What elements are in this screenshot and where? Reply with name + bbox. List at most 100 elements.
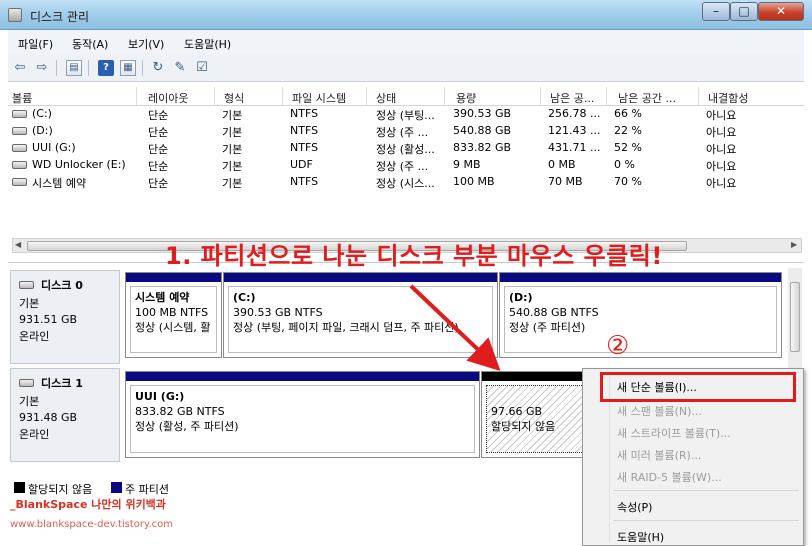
cell-capacity: 540.88 GB (453, 124, 512, 137)
partition-d[interactable]: (D:) 540.88 GB NTFS 정상 (주 파티션) (499, 272, 782, 358)
annotation-step1: 1. 파티션으로 나눈 디스크 부분 마우스 우클릭! (165, 242, 663, 270)
volume-list-header: 볼륨 레이아웃 형식 파일 시스템 상태 용량 남은 공... 남은 공간 ..… (8, 87, 804, 106)
cell-layout: 단순 (148, 126, 169, 139)
disk-status: 온라인 (19, 428, 50, 441)
toolbar-divider (88, 60, 89, 76)
drive-icon (12, 161, 27, 169)
legend-primary: 주 파티션 (125, 483, 169, 496)
cell-free-space: 0 MB (548, 158, 576, 171)
column-volume[interactable]: 볼륨 (12, 90, 32, 106)
column-type[interactable]: 형식 (224, 90, 244, 106)
cell-free-percent: 66 % (614, 107, 642, 120)
menu-help[interactable]: 도움말(H) (184, 36, 231, 52)
annotation-step2: ② (606, 331, 630, 361)
menu-action[interactable]: 동작(A) (72, 36, 108, 52)
disk-1-info[interactable]: 디스크 1 기본 931.48 GB 온라인 (10, 368, 120, 462)
table-row[interactable]: WD Unlocker (E:) 단순 기본 UDF 정상 (주 ... 9 M… (8, 157, 804, 174)
drive-icon (12, 178, 27, 186)
partition-status: 정상 (주 파티션) (509, 321, 586, 334)
menu-separator (613, 520, 799, 521)
table-row[interactable]: (C:) 단순 기본 NTFS 정상 (부팅... 390.53 GB 256.… (8, 106, 804, 123)
partition-name: (D:) (509, 291, 533, 304)
scroll-left-icon[interactable]: ◀ (15, 240, 21, 249)
cell-status: 정상 (활성... (376, 143, 435, 156)
disk-icon (19, 281, 34, 289)
settings-icon[interactable]: ✎ (172, 60, 188, 76)
partition-name: 시스템 예약 (135, 291, 190, 304)
list-view-icon[interactable]: ▤ (66, 60, 82, 76)
menu-bar: 파일(F) 동작(A) 보기(V) 도움말(H) (8, 30, 804, 54)
disk-check-icon[interactable]: ☑ (194, 60, 210, 76)
cell-free-space: 256.78 ... (548, 107, 601, 120)
partition-size: 97.66 GB (491, 405, 543, 418)
cell-type: 기본 (222, 177, 243, 190)
refresh-icon[interactable]: ↻ (150, 60, 166, 76)
scrollbar-thumb[interactable] (790, 282, 800, 352)
close-button[interactable]: ✕ (758, 2, 804, 21)
disk-name: 디스크 0 (41, 279, 83, 292)
partition-name: UUI (G:) (135, 390, 185, 403)
partition-status: 정상 (시스템, 활 (135, 321, 211, 334)
disk-type: 기본 (19, 395, 40, 408)
cell-free-percent: 52 % (614, 141, 642, 154)
cell-capacity: 9 MB (453, 158, 481, 171)
menu-item-new-striped-volume[interactable]: 새 스트라이프 볼륨(T)... (617, 425, 731, 441)
toolbar: ⇦ ⇨ ▤ ? ▦ ↻ ✎ ☑ (8, 54, 804, 82)
partition-status: 할당되지 않음 (491, 420, 556, 433)
properties-icon[interactable]: ▦ (120, 60, 136, 76)
table-row[interactable]: 시스템 예약 단순 기본 NTFS 정상 (시스... 100 MB 70 MB… (8, 174, 804, 191)
minimize-button[interactable]: – (702, 2, 730, 21)
cell-file-system: NTFS (290, 107, 319, 120)
cell-status: 정상 (주 ... (376, 126, 429, 139)
menu-file[interactable]: 파일(F) (18, 36, 53, 52)
column-capacity[interactable]: 용량 (456, 90, 476, 106)
cell-layout: 단순 (148, 109, 169, 122)
window-title: 디스크 관리 (30, 10, 90, 24)
table-row[interactable]: (D:) 단순 기본 NTFS 정상 (주 ... 540.88 GB 121.… (8, 123, 804, 140)
menu-view[interactable]: 보기(V) (128, 36, 164, 52)
disk-0-info[interactable]: 디스크 0 기본 931.51 GB 온라인 (10, 270, 120, 364)
drive-icon (12, 110, 27, 118)
column-free-percent[interactable]: 남은 공간 ... (618, 90, 676, 106)
partition-size: 100 MB NTFS (135, 306, 209, 319)
maximize-button[interactable]: □ (730, 2, 758, 21)
column-layout[interactable]: 레이아웃 (148, 90, 188, 106)
column-file-system[interactable]: 파일 시스템 (292, 90, 346, 106)
cell-fault-tolerance: 아니요 (706, 143, 737, 156)
cell-volume: WD Unlocker (E:) (32, 158, 126, 171)
back-arrow-icon[interactable]: ⇦ (12, 60, 28, 76)
cell-volume: 시스템 예약 (32, 177, 87, 190)
help-icon[interactable]: ? (98, 60, 114, 76)
cell-file-system: NTFS (290, 141, 319, 154)
unallocated-swatch (14, 482, 25, 493)
disk-size: 931.48 GB (19, 411, 78, 424)
primary-swatch (111, 482, 122, 493)
column-free-space[interactable]: 남은 공... (550, 90, 594, 106)
cell-type: 기본 (222, 126, 243, 139)
forward-arrow-icon[interactable]: ⇨ (34, 60, 50, 76)
cell-volume: (D:) (32, 124, 53, 137)
partition-unallocated[interactable]: 97.66 GB 할당되지 않음 (481, 371, 591, 458)
cell-free-percent: 0 % (614, 158, 635, 171)
cell-type: 기본 (222, 143, 243, 156)
cell-status: 정상 (시스... (376, 177, 435, 190)
title-bar: 디스크 관리 – □ ✕ (0, 0, 812, 30)
menu-item-help[interactable]: 도움말(H) (617, 529, 664, 545)
menu-item-new-spanned-volume[interactable]: 새 스팬 볼륨(N)... (617, 403, 702, 419)
cell-capacity: 390.53 GB (453, 107, 512, 120)
annotation-highlight-box (600, 372, 796, 402)
cell-fault-tolerance: 아니요 (706, 126, 737, 139)
menu-item-properties[interactable]: 속성(P) (617, 499, 652, 515)
disk-type: 기본 (19, 297, 40, 310)
unallocated-bar (482, 372, 590, 381)
partition-g[interactable]: UUI (G:) 833.82 GB NTFS 정상 (활성, 주 파티션) (125, 371, 480, 458)
cell-file-system: NTFS (290, 175, 319, 188)
disk-name: 디스크 1 (41, 377, 83, 390)
table-row[interactable]: UUI (G:) 단순 기본 NTFS 정상 (활성... 833.82 GB … (8, 140, 804, 157)
partition-system-reserved[interactable]: 시스템 예약 100 MB NTFS 정상 (시스템, 활 (125, 272, 222, 358)
column-status[interactable]: 상태 (376, 90, 396, 106)
scroll-right-icon[interactable]: ▶ (791, 240, 797, 249)
menu-item-new-mirrored-volume[interactable]: 새 미러 볼륨(R)... (617, 447, 701, 463)
column-fault-tolerance[interactable]: 내결함성 (708, 90, 748, 106)
menu-item-new-raid5-volume[interactable]: 새 RAID-5 볼륨(W)... (617, 469, 722, 485)
